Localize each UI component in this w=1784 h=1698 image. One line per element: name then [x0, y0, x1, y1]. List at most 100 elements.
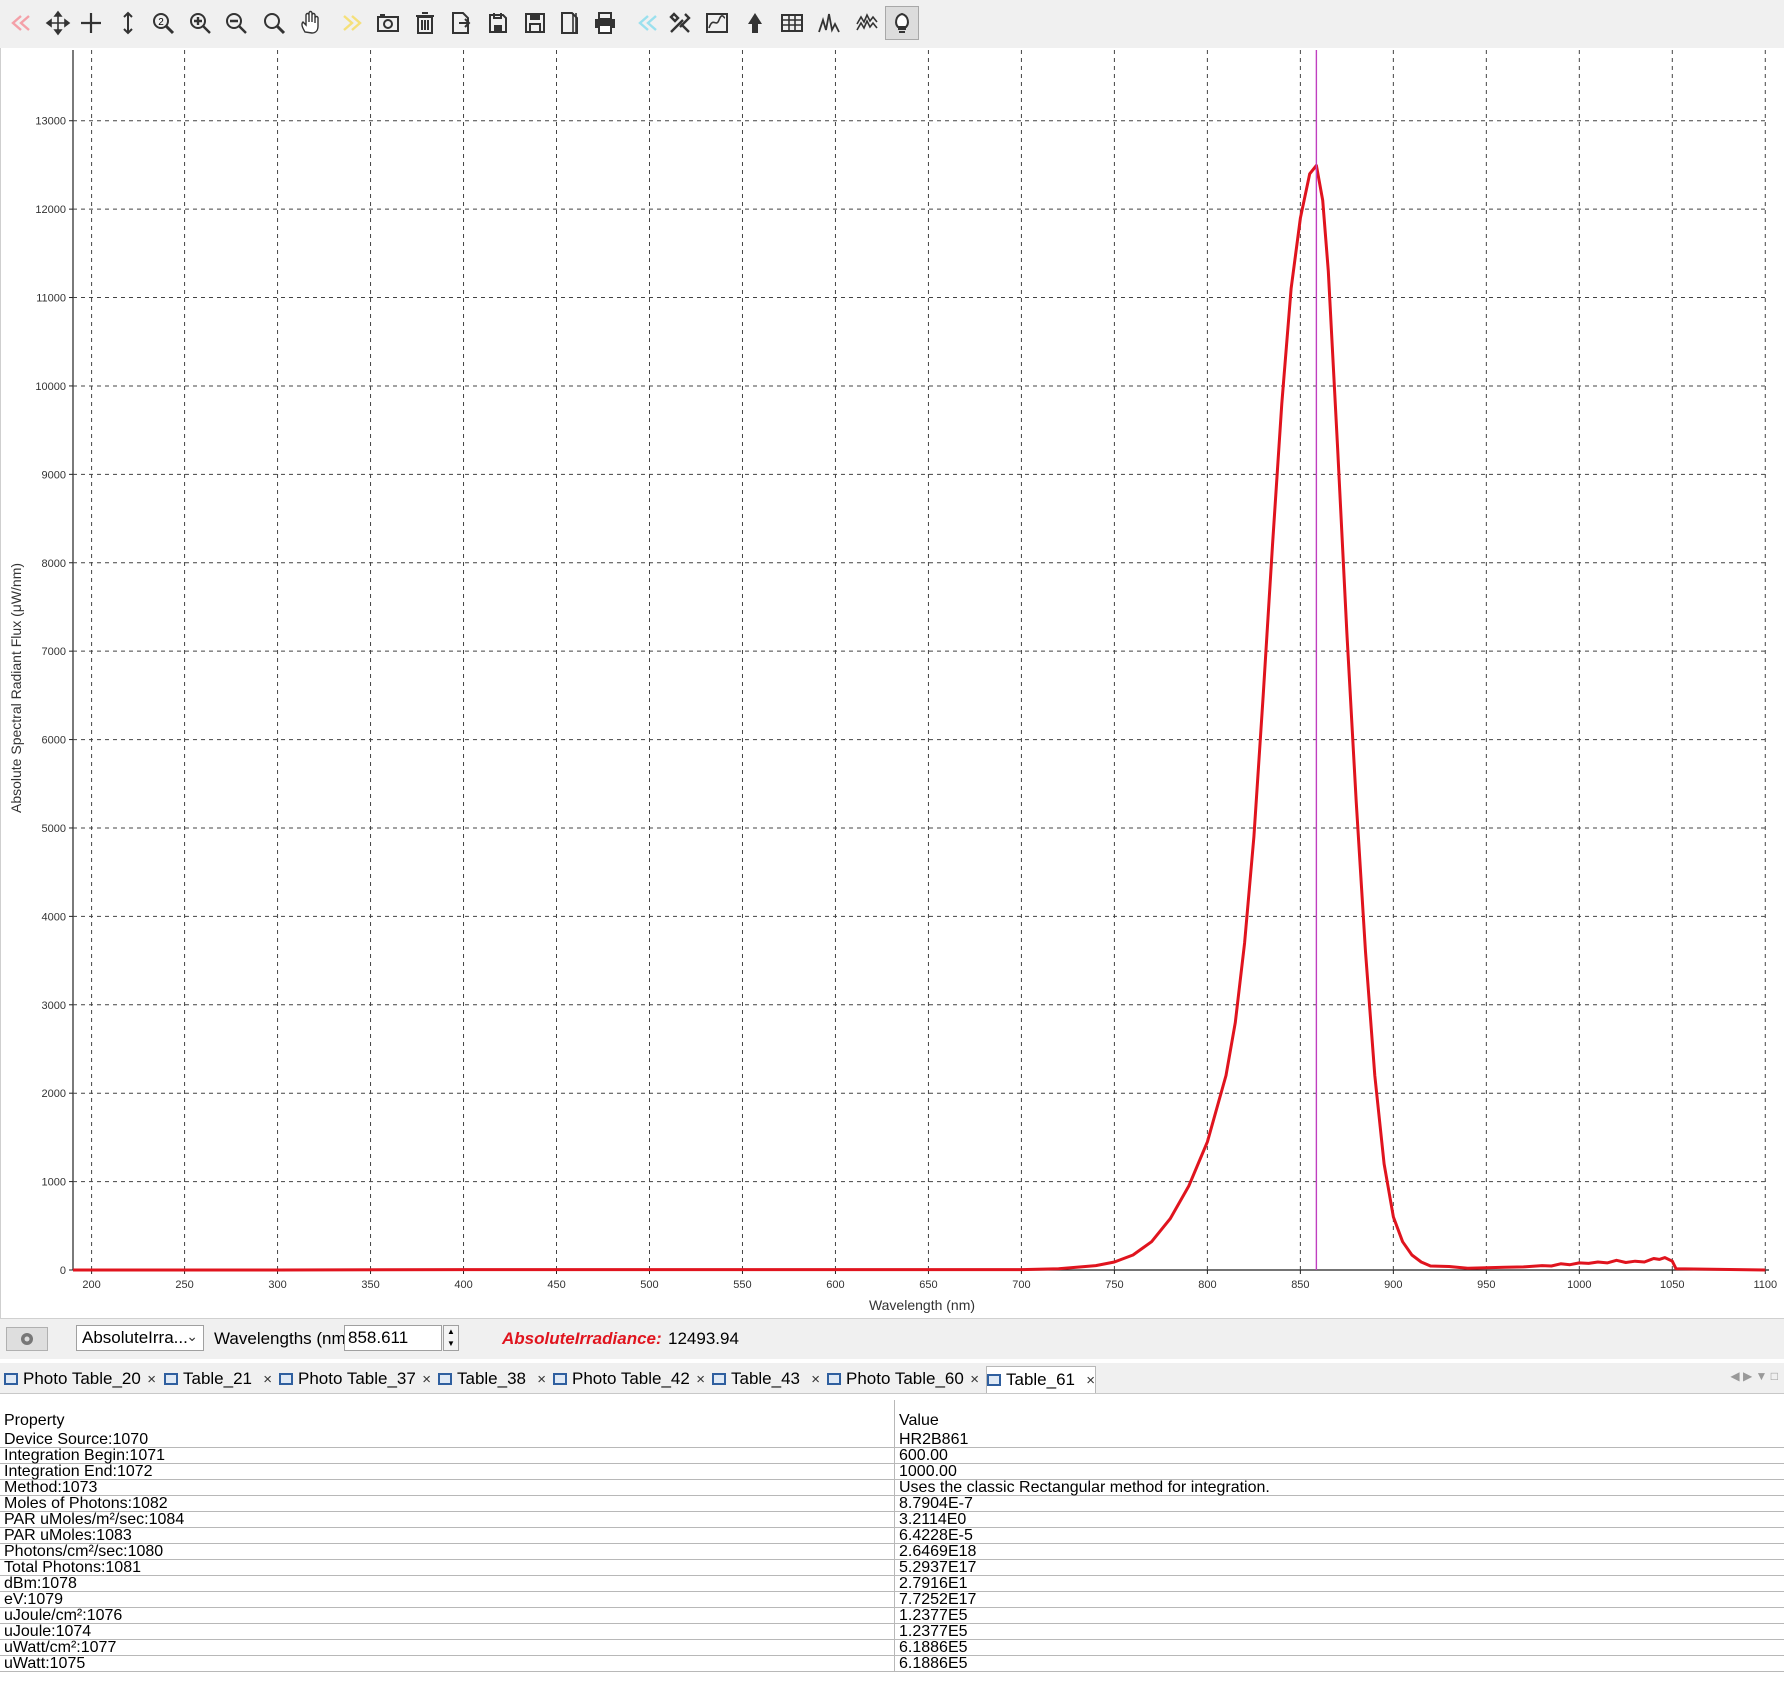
table-row[interactable]: uJoule:1074 1.2377E5 — [0, 1623, 1784, 1640]
print-icon — [595, 12, 615, 34]
tab-label: Table_21 — [183, 1369, 253, 1388]
lightbulb-button[interactable] — [885, 6, 919, 40]
y-tick-label: 13000 — [35, 116, 66, 128]
tab-nav-arrows-icon[interactable]: ◀ ▶ ▼ □ — [1730, 1369, 1778, 1383]
wavelength-spinner[interactable]: ▲ ▼ — [443, 1325, 459, 1351]
tab-table_43[interactable]: Table_43 × — [712, 1366, 820, 1392]
close-icon[interactable]: × — [147, 1371, 156, 1388]
value-cell: 1.2377E5 — [894, 1623, 1784, 1640]
tab-photo-table_42[interactable]: Photo Table_42 × — [553, 1366, 705, 1392]
table-row[interactable]: uWatt:1075 6.1886E5 — [0, 1655, 1784, 1672]
y-tick-label: 4000 — [42, 911, 66, 923]
tools-button[interactable] — [663, 6, 697, 40]
x-tick-label: 550 — [733, 1279, 751, 1291]
close-icon[interactable]: × — [970, 1371, 979, 1388]
back-cyan-icon — [638, 15, 657, 31]
tab-table_21[interactable]: Table_21 × — [164, 1366, 272, 1392]
crosshair-button[interactable] — [74, 6, 108, 40]
tab-table_38[interactable]: Table_38 × — [438, 1366, 546, 1392]
table-header-row: Property Value — [0, 1400, 1784, 1432]
table-row[interactable]: Total Photons:1081 5.2937E17 — [0, 1559, 1784, 1576]
zoom-fit-button[interactable] — [257, 6, 291, 40]
table-row[interactable]: PAR uMoles:1083 6.4228E-5 — [0, 1527, 1784, 1544]
table-row[interactable]: Moles of Photons:1082 8.7904E-7 — [0, 1495, 1784, 1512]
table-row[interactable]: Integration Begin:1071 600.00 — [0, 1447, 1784, 1464]
table-row[interactable]: PAR uMoles/m²/sec:1084 3.2114E0 — [0, 1511, 1784, 1528]
back-cyan-button[interactable] — [631, 6, 665, 40]
table-row[interactable]: Method:1073 Uses the classic Rectangular… — [0, 1479, 1784, 1496]
close-icon[interactable]: × — [811, 1371, 820, 1388]
spectrum-button[interactable] — [812, 6, 846, 40]
table-button[interactable] — [775, 6, 809, 40]
overlay-spectra-button[interactable] — [850, 6, 884, 40]
camera-button[interactable] — [371, 6, 405, 40]
properties-table: Property Value Device Source:1070 HR2B86… — [0, 1400, 1784, 1672]
zoom-2-button[interactable]: 2 — [146, 6, 180, 40]
table-icon — [4, 1373, 18, 1385]
table-row[interactable]: Device Source:1070 HR2B861 — [0, 1432, 1784, 1448]
close-icon[interactable]: × — [422, 1371, 431, 1388]
property-cell: uJoule/cm²:1076 — [0, 1607, 895, 1624]
svg-text:2: 2 — [158, 17, 164, 28]
trash-button[interactable] — [408, 6, 442, 40]
tab-label: Photo Table_37 — [298, 1369, 416, 1388]
back-icon — [11, 15, 30, 31]
property-cell: Integration Begin:1071 — [0, 1447, 895, 1464]
document-config-button[interactable] — [553, 6, 587, 40]
y-tick-label: 7000 — [42, 646, 66, 658]
value-cell: 3.2114E0 — [894, 1511, 1784, 1528]
close-icon[interactable]: × — [263, 1371, 272, 1388]
series-select[interactable]: AbsoluteIrra... ⌄ — [76, 1325, 204, 1351]
tab-photo-table_37[interactable]: Photo Table_37 × — [279, 1366, 431, 1392]
wavelength-input[interactable] — [344, 1325, 442, 1351]
vertical-arrow-button[interactable] — [111, 6, 145, 40]
back-button[interactable] — [4, 6, 38, 40]
save-button[interactable] — [481, 6, 515, 40]
zoom-out-button[interactable] — [219, 6, 253, 40]
table-row[interactable]: Photons/cm²/sec:1080 2.6469E18 — [0, 1543, 1784, 1560]
x-tick-label: 1050 — [1660, 1279, 1684, 1291]
table-row[interactable]: uWatt/cm²:1077 6.1886E5 — [0, 1639, 1784, 1656]
document-config-icon — [561, 12, 578, 34]
value-cell: 6.4228E-5 — [894, 1527, 1784, 1544]
tab-photo-table_20[interactable]: Photo Table_20 × — [4, 1366, 156, 1392]
print-button[interactable] — [588, 6, 622, 40]
column-header-value[interactable]: Value — [895, 1400, 1784, 1432]
graph-window-button[interactable] — [700, 6, 734, 40]
export-document-button[interactable] — [443, 6, 477, 40]
x-tick-label: 850 — [1291, 1279, 1309, 1291]
tab-label: Photo Table_20 — [23, 1369, 141, 1388]
zoom-in-button[interactable] — [183, 6, 217, 40]
hand-pan-button[interactable] — [293, 6, 327, 40]
forward-yellow-button[interactable] — [335, 6, 369, 40]
table-row[interactable]: Integration End:1072 1000.00 — [0, 1463, 1784, 1480]
peak-marker-button[interactable] — [738, 6, 772, 40]
close-icon[interactable]: × — [696, 1371, 705, 1388]
value-cell: 6.1886E5 — [894, 1639, 1784, 1656]
table-row[interactable]: dBm:1078 2.7916E1 — [0, 1575, 1784, 1592]
tab-photo-table_60[interactable]: Photo Table_60 × — [827, 1366, 979, 1392]
close-icon[interactable]: × — [1086, 1372, 1095, 1389]
save-all-button[interactable] — [518, 6, 552, 40]
tab-label: Table_61 — [1006, 1370, 1076, 1389]
chart-toolbar: 2 — [0, 0, 1784, 49]
pan-crosshair-button[interactable] — [41, 6, 75, 40]
tab-table_61[interactable]: Table_61 × — [986, 1366, 1096, 1393]
y-tick-label: 8000 — [42, 558, 66, 570]
table-icon — [164, 1373, 178, 1385]
table-row[interactable]: eV:1079 7.7252E17 — [0, 1591, 1784, 1608]
table-row[interactable]: uJoule/cm²:1076 1.2377E5 — [0, 1607, 1784, 1624]
series-select-value: AbsoluteIrra... — [82, 1328, 188, 1347]
property-cell: Method:1073 — [0, 1479, 895, 1496]
property-cell: Integration End:1072 — [0, 1463, 895, 1480]
property-cell: uWatt:1075 — [0, 1655, 895, 1672]
value-cell: 2.6469E18 — [894, 1543, 1784, 1560]
column-header-property[interactable]: Property — [0, 1400, 895, 1432]
close-icon[interactable]: × — [537, 1371, 546, 1388]
series-line-0 — [73, 164, 1766, 1272]
x-tick-label: 900 — [1384, 1279, 1402, 1291]
table-icon — [781, 14, 803, 32]
record-button[interactable] — [6, 1327, 48, 1351]
y-tick-label: 10000 — [35, 381, 66, 393]
table-icon — [279, 1373, 293, 1385]
